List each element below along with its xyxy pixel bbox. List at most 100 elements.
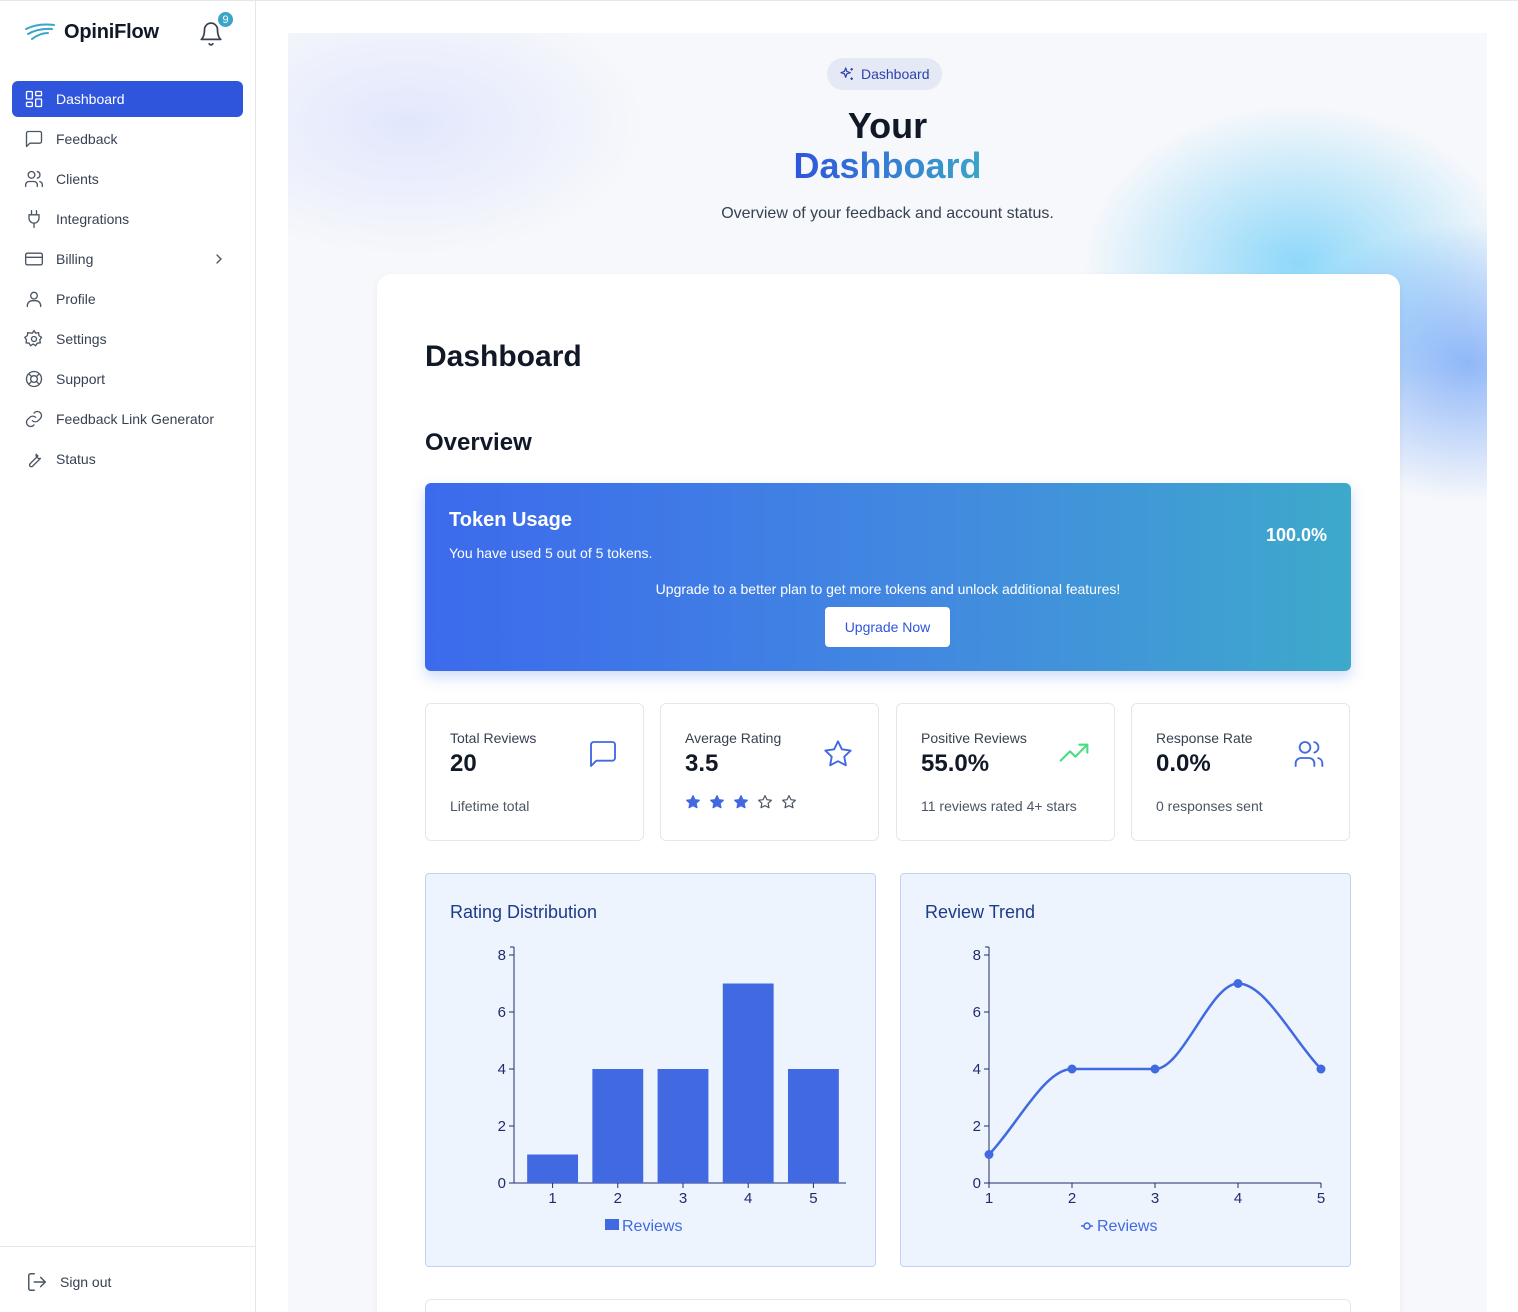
sidebar-item-settings[interactable]: Settings — [12, 321, 243, 357]
stat-card-average-rating: Average Rating 3.5 — [660, 703, 879, 841]
data-point — [1316, 1064, 1326, 1074]
plug-icon — [28, 210, 40, 228]
y-tick-label: 0 — [498, 1175, 506, 1192]
sidebar-item-label: Billing — [56, 251, 94, 267]
sidebar: OpiniFlow 9 Dashboard Feedback Clients I… — [0, 1, 256, 1312]
x-tick-label: 5 — [809, 1190, 817, 1207]
y-tick-label: 6 — [498, 1004, 506, 1021]
y-tick-label: 6 — [973, 1004, 981, 1021]
y-tick-label: 0 — [973, 1175, 981, 1192]
hero-title-line2: Dashboard — [288, 145, 1487, 187]
y-tick-label: 2 — [973, 1118, 981, 1135]
rating-distribution-chart: Rating Distribution 0 2 4 6 8 1 2 3 4 5 Reviews — [425, 873, 876, 1267]
x-tick-label: 1 — [985, 1190, 993, 1207]
sidebar-item-label: Dashboard — [56, 91, 125, 107]
stat-card-response-rate: Response Rate 0.0% 0 responses sent — [1131, 703, 1350, 841]
x-tick-label: 1 — [548, 1190, 556, 1207]
stat-value: 0.0% — [1156, 750, 1211, 777]
token-usage-banner: Token Usage You have used 5 out of 5 tok… — [425, 483, 1351, 671]
hero-title-gradient: Dashboard — [793, 145, 982, 186]
y-tick-label: 2 — [498, 1118, 506, 1135]
star-rating — [685, 794, 797, 810]
link-icon — [25, 410, 43, 428]
bar — [657, 1069, 709, 1183]
message-square-icon — [590, 741, 616, 767]
sidebar-item-label: Support — [56, 371, 106, 387]
logo-icon — [25, 23, 55, 40]
review-trend-chart: Review Trend 0 2 4 6 8 1 2 3 4 5 Reviews — [900, 873, 1351, 1267]
sparkles-icon — [840, 67, 853, 80]
sidebar-item-label: Feedback — [56, 131, 118, 147]
log-out-icon — [28, 1273, 46, 1291]
dashboard-icon — [25, 90, 43, 108]
x-tick-label: 3 — [679, 1190, 687, 1207]
stat-card-total-reviews: Total Reviews 20 Lifetime total — [425, 703, 644, 841]
credit-card-icon — [25, 252, 43, 266]
star-empty-icon — [758, 795, 772, 809]
token-usage-text: You have used 5 out of 5 tokens. — [449, 545, 653, 561]
hero-title-line1: Your — [847, 105, 928, 146]
main-content: Dashboard Your Dashboard Overview of you… — [288, 33, 1487, 1312]
sidebar-item-label: Status — [56, 451, 96, 467]
star-empty-icon — [782, 795, 796, 809]
sidebar-item-dashboard[interactable]: Dashboard — [12, 81, 243, 117]
data-point — [984, 1150, 994, 1159]
x-tick-label: 4 — [1234, 1190, 1242, 1207]
star-filled-icon — [686, 795, 700, 809]
stat-label: Average Rating — [685, 730, 782, 746]
sidebar-item-label: Profile — [56, 291, 96, 307]
legend-label: Reviews — [622, 1218, 682, 1235]
upgrade-now-button[interactable]: Upgrade Now — [825, 607, 950, 647]
users-icon — [25, 170, 44, 188]
sidebar-item-label: Feedback Link Generator — [56, 411, 214, 427]
y-tick-label: 4 — [973, 1061, 981, 1078]
sidebar-item-integrations[interactable]: Integrations — [12, 201, 243, 237]
notification-badge: 9 — [216, 10, 235, 29]
sign-out-button[interactable]: Sign out — [26, 1271, 111, 1293]
y-tick-label: 8 — [973, 947, 981, 964]
stat-value: 55.0% — [921, 750, 990, 777]
sidebar-item-label: Settings — [56, 331, 107, 347]
legend-marker — [1083, 1222, 1091, 1230]
bar — [787, 1069, 839, 1183]
sidebar-item-support[interactable]: Support — [12, 361, 243, 397]
token-usage-percent: 100.0% — [1265, 525, 1327, 545]
x-tick-label: 4 — [744, 1190, 752, 1207]
data-point — [1067, 1064, 1077, 1074]
next-section-card — [425, 1299, 1351, 1312]
legend-swatch — [605, 1219, 619, 1230]
sign-out-label: Sign out — [60, 1274, 112, 1290]
bar — [592, 1069, 644, 1183]
token-usage-title: Token Usage — [449, 509, 572, 531]
page-title: Dashboard — [425, 340, 582, 373]
bar — [722, 983, 774, 1183]
sidebar-item-clients[interactable]: Clients — [12, 161, 243, 197]
token-upgrade-text: Upgrade to a better plan to get more tok… — [655, 581, 1121, 597]
sidebar-item-feedback[interactable]: Feedback — [12, 121, 243, 157]
users-icon — [1294, 741, 1324, 767]
stat-label: Total Reviews — [450, 730, 537, 746]
sidebar-item-status[interactable]: Status — [12, 441, 243, 477]
data-point — [1233, 979, 1243, 988]
sidebar-item-profile[interactable]: Profile — [12, 281, 243, 317]
trending-up-icon — [1059, 743, 1089, 762]
stat-sub: 11 reviews rated 4+ stars — [921, 798, 1077, 814]
app-name: OpiniFlow — [64, 20, 159, 43]
sidebar-item-label: Integrations — [56, 211, 130, 227]
dashboard-card: Dashboard Overview Token Usage You have … — [377, 274, 1400, 1312]
x-tick-label: 2 — [1068, 1190, 1076, 1207]
x-tick-label: 3 — [1151, 1190, 1159, 1207]
message-square-icon — [25, 130, 43, 148]
stat-label: Positive Reviews — [921, 730, 1027, 746]
stat-sub: Lifetime total — [450, 798, 530, 814]
brand[interactable]: OpiniFlow — [24, 19, 159, 45]
section-title: Overview — [425, 429, 532, 456]
sidebar-item-billing[interactable]: Billing — [12, 241, 243, 277]
sidebar-item-feedback-link-generator[interactable]: Feedback Link Generator — [12, 401, 243, 437]
wrench-icon — [28, 453, 42, 468]
data-point — [1150, 1064, 1160, 1074]
chevron-right-icon[interactable] — [211, 251, 227, 267]
user-icon — [26, 291, 42, 308]
gear-icon — [24, 329, 43, 347]
stat-label: Response Rate — [1156, 730, 1253, 746]
